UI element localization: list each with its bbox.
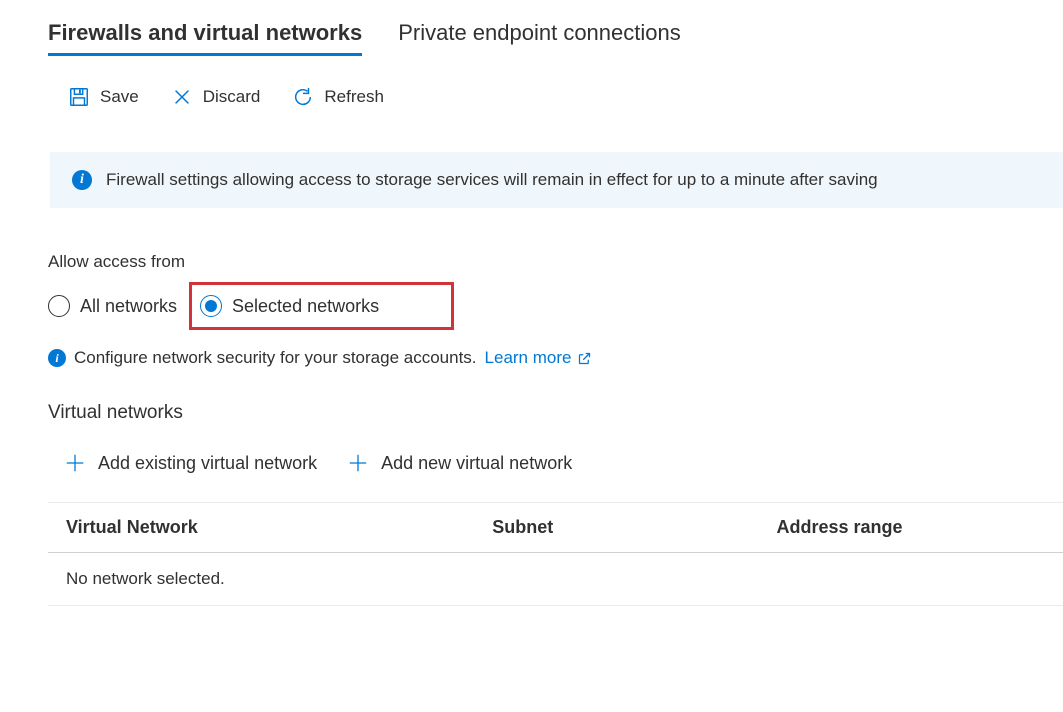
refresh-label: Refresh [324,87,384,107]
radio-circle [48,295,70,317]
refresh-button[interactable]: Refresh [286,82,390,112]
close-icon [171,86,193,108]
col-virtual-network: Virtual Network [48,503,474,553]
info-banner-text: Firewall settings allowing access to sto… [106,170,878,190]
radio-selected-networks[interactable]: Selected networks [200,295,379,317]
add-new-vnet-button[interactable]: Add new virtual network [347,452,572,474]
radio-label-selected: Selected networks [232,296,379,317]
radio-circle-selected [200,295,222,317]
external-link-icon [577,351,592,366]
save-icon [68,86,90,108]
radio-all-networks[interactable]: All networks [48,295,177,317]
learn-more-link[interactable]: Learn more [485,348,593,368]
empty-state: No network selected. [48,553,1063,606]
add-existing-label: Add existing virtual network [98,453,317,474]
table-row: No network selected. [48,553,1063,606]
table-header-row: Virtual Network Subnet Address range [48,503,1063,553]
access-radio-group: All networks Selected networks [48,282,1063,330]
tab-firewalls[interactable]: Firewalls and virtual networks [48,20,362,54]
plus-icon [64,452,86,474]
save-label: Save [100,87,139,107]
virtual-networks-title: Virtual networks [48,402,1063,424]
add-existing-vnet-button[interactable]: Add existing virtual network [64,452,317,474]
highlight-box: Selected networks [189,282,454,330]
toolbar: Save Discard Refresh [48,82,1063,112]
discard-button[interactable]: Discard [165,82,267,112]
tabs: Firewalls and virtual networks Private e… [48,20,1063,54]
info-banner: i Firewall settings allowing access to s… [50,152,1063,208]
save-button[interactable]: Save [62,82,145,112]
allow-access-label: Allow access from [48,252,1063,272]
info-icon: i [72,170,92,190]
discard-label: Discard [203,87,261,107]
col-subnet: Subnet [474,503,758,553]
col-address-range: Address range [758,503,1063,553]
radio-label-all: All networks [80,296,177,317]
configure-info: i Configure network security for your st… [48,348,1063,368]
plus-icon [347,452,369,474]
configure-text: Configure network security for your stor… [74,348,477,368]
vnet-table: Virtual Network Subnet Address range No … [48,502,1063,606]
tab-private-endpoint[interactable]: Private endpoint connections [398,20,681,54]
add-new-label: Add new virtual network [381,453,572,474]
info-icon: i [48,349,66,367]
vnet-actions: Add existing virtual network Add new vir… [48,452,1063,474]
learn-more-label: Learn more [485,348,572,368]
refresh-icon [292,86,314,108]
